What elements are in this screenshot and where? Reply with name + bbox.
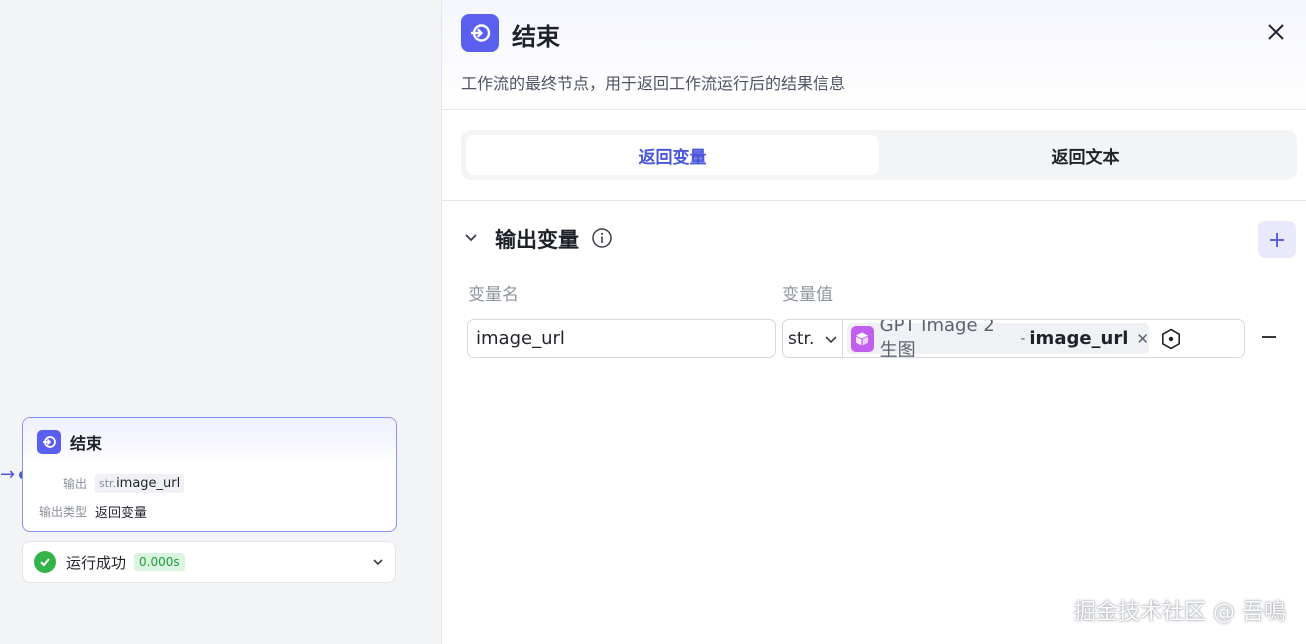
- end-node-icon: [461, 14, 499, 52]
- variable-name-input[interactable]: [467, 319, 776, 358]
- chevron-down-icon: [825, 335, 837, 343]
- node-output-type-label: 输出类型: [38, 504, 87, 519]
- plus-icon: [1270, 232, 1284, 247]
- node-output-prefix: str.: [99, 476, 117, 490]
- add-variable-button[interactable]: [1258, 221, 1296, 258]
- node-config-panel: 结束 工作流的最终节点，用于返回工作流运行后的结果信息 返回变量 返回文本 输出…: [441, 0, 1306, 644]
- return-mode-tabs: 返回变量 返回文本: [461, 130, 1297, 180]
- end-node-icon: [37, 430, 61, 454]
- cube-icon: [851, 325, 874, 352]
- variable-picker-icon[interactable]: [1160, 328, 1182, 350]
- run-time-badge: 0.000s: [134, 553, 185, 571]
- tab-return-variables[interactable]: 返回变量: [466, 135, 879, 175]
- divider: [442, 200, 1306, 201]
- variable-reference-chip[interactable]: GPT Image 2 生图 - image_url ✕: [847, 320, 1149, 357]
- watermark: 掘金技术社区 @ 吾鳴: [1074, 600, 1286, 625]
- chevron-down-icon[interactable]: [371, 555, 385, 569]
- section-title: 输出变量: [495, 228, 579, 252]
- reference-variable-name: image_url: [1029, 328, 1129, 349]
- info-icon[interactable]: [591, 227, 613, 249]
- reference-node-name: GPT Image 2 生图: [879, 319, 995, 358]
- reference-separator: -: [1020, 330, 1026, 347]
- column-header-value: 变量值: [782, 285, 833, 305]
- column-header-name: 变量名: [468, 285, 519, 305]
- edge-arrow-icon: →: [0, 464, 16, 485]
- close-icon[interactable]: [1264, 20, 1288, 44]
- variable-type-select[interactable]: str.: [783, 320, 843, 357]
- end-node-card[interactable]: 结束 输出 str. image_url 输出类型 返回变量: [22, 417, 397, 532]
- run-status-label: 运行成功: [66, 553, 127, 572]
- panel-description: 工作流的最终节点，用于返回工作流运行后的结果信息: [461, 74, 846, 93]
- node-output-tag-wrap: str. image_url: [95, 473, 185, 493]
- clear-reference-icon[interactable]: ✕: [1136, 330, 1149, 348]
- end-node-header: 结束: [23, 418, 396, 466]
- run-status-bar[interactable]: 运行成功 0.000s: [22, 541, 396, 583]
- variable-value-field: str. GPT Image 2 生图 - image_url ✕: [782, 319, 1245, 358]
- node-output-type-row: 输出类型 返回变量: [23, 497, 396, 525]
- node-output-value: image_url: [116, 475, 181, 491]
- panel-title: 结束: [512, 23, 560, 51]
- node-output-label: 输出: [62, 476, 87, 491]
- end-node-title: 结束: [70, 434, 103, 453]
- node-output-row: 输出 str. image_url: [23, 469, 396, 497]
- success-check-icon: [34, 551, 56, 573]
- node-output-tag: str. image_url: [95, 473, 185, 493]
- remove-row-icon[interactable]: [1259, 327, 1279, 347]
- variable-type-value: str.: [788, 328, 815, 349]
- panel-header: 结束 工作流的最终节点，用于返回工作流运行后的结果信息: [442, 0, 1306, 110]
- tab-return-text[interactable]: 返回文本: [879, 135, 1292, 175]
- workflow-canvas[interactable]: → 结束 输出 str. image_url 输出类型 返回变量 运行成功 0.0…: [0, 0, 441, 644]
- chevron-down-icon[interactable]: [462, 229, 480, 247]
- node-output-type-value: 返回变量: [95, 505, 148, 521]
